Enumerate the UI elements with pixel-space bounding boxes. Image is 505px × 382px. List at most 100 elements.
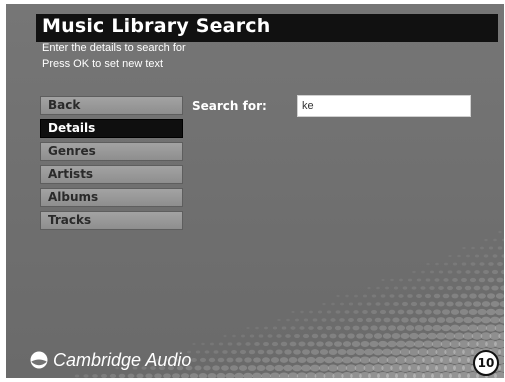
- decor-dot: [271, 341, 279, 347]
- decor-dot: [364, 348, 374, 356]
- decor-dot: [488, 246, 494, 250]
- decor-dot: [478, 277, 486, 283]
- decor-dot: [418, 332, 428, 340]
- decor-dot: [371, 294, 377, 298]
- decor-dot: [329, 333, 337, 339]
- decor-dot: [212, 365, 220, 371]
- decor-dot: [74, 374, 80, 378]
- decor-dot: [376, 286, 380, 290]
- decor-dot: [355, 348, 365, 356]
- decor-dot: [382, 348, 392, 356]
- menu-item-details[interactable]: Details: [40, 119, 183, 138]
- search-input[interactable]: [297, 95, 471, 117]
- decor-dot: [373, 333, 383, 339]
- decor-dot: [362, 310, 368, 314]
- decor-dot: [382, 333, 392, 339]
- decor-dot: [245, 342, 251, 346]
- menu-item-artists[interactable]: Artists: [40, 165, 183, 184]
- decor-dot: [483, 269, 489, 275]
- decor-dot: [469, 293, 477, 299]
- decor-dot: [413, 340, 425, 348]
- decor-dot: [441, 324, 451, 332]
- decor-dot: [357, 302, 363, 306]
- decor-dot: [277, 318, 281, 322]
- decor-dot: [247, 365, 257, 371]
- decor-dot: [459, 324, 469, 332]
- decor-dot: [302, 333, 310, 339]
- decor-dot: [396, 340, 406, 348]
- decor-dot: [208, 357, 216, 363]
- decor-dot: [286, 318, 290, 322]
- decor-dot: [366, 302, 372, 306]
- search-menu: Back Details Genres Artists Albums Track…: [40, 96, 183, 234]
- decor-dot: [180, 373, 190, 378]
- decor-dot: [446, 301, 454, 307]
- decor-dot: [324, 356, 334, 364]
- decor-dot: [389, 294, 395, 298]
- decor-dot: [384, 302, 390, 306]
- decor-dot: [494, 372, 504, 378]
- decor-dot: [383, 317, 391, 323]
- decor-dot: [437, 301, 445, 307]
- decor-dot: [265, 364, 275, 372]
- decor-dot: [443, 278, 449, 282]
- decor-dot: [333, 356, 343, 364]
- decor-dot: [487, 277, 495, 283]
- decor-dot: [227, 342, 233, 346]
- decor-dot: [419, 301, 427, 307]
- decor-dot: [345, 294, 349, 298]
- decor-dot: [241, 334, 245, 338]
- decor-dot: [402, 286, 408, 290]
- decor-dot: [412, 270, 416, 274]
- decor-dot: [288, 357, 298, 363]
- decor-dot: [356, 333, 364, 339]
- decor-dot: [426, 262, 430, 266]
- menu-item-genres[interactable]: Genres: [40, 142, 183, 161]
- decor-dot: [455, 301, 463, 307]
- decor-dot: [447, 270, 453, 274]
- menu-item-tracks[interactable]: Tracks: [40, 211, 183, 230]
- decor-dot: [498, 332, 504, 340]
- decor-dot: [465, 270, 471, 274]
- decor-dot: [480, 246, 484, 250]
- decor-dot: [315, 356, 325, 364]
- decor-dot: [490, 301, 500, 307]
- decor-dot: [361, 325, 369, 331]
- decor-dot: [342, 341, 352, 347]
- decor-dot: [419, 317, 427, 323]
- decor-dot: [325, 341, 333, 347]
- decor-dot: [368, 356, 380, 364]
- decor-dot: [498, 230, 502, 234]
- decor-dot: [421, 270, 425, 274]
- decor-dot: [217, 357, 225, 363]
- decor-dot: [371, 309, 377, 315]
- decor-dot: [346, 348, 356, 356]
- decor-dot: [256, 365, 266, 371]
- decor-dot: [319, 349, 329, 355]
- decor-dot: [407, 294, 413, 298]
- decor-dot: [494, 340, 504, 348]
- decor-dot: [335, 310, 341, 314]
- decor-dot: [427, 332, 437, 340]
- decor-dot: [436, 332, 446, 340]
- decor-dot: [463, 316, 473, 324]
- decor-dot: [236, 342, 242, 346]
- decor-dot: [338, 333, 346, 339]
- decor-dot: [407, 278, 413, 282]
- decor-dot: [263, 341, 269, 347]
- decor-dot: [218, 342, 224, 346]
- menu-item-albums[interactable]: Albums: [40, 188, 183, 207]
- decor-dot: [460, 293, 468, 299]
- decor-dot: [388, 309, 396, 315]
- decor-dot: [390, 348, 402, 356]
- decor-dot: [203, 365, 211, 371]
- decor-dot: [244, 357, 252, 363]
- menu-item-back[interactable]: Back: [40, 96, 183, 115]
- decor-dot: [347, 333, 355, 339]
- decor-dot: [191, 358, 197, 362]
- decor-dot: [302, 349, 310, 355]
- decor-dot: [199, 357, 207, 363]
- search-for-label: Search for:: [192, 99, 267, 113]
- decor-dot: [257, 349, 265, 355]
- decor-dot: [462, 246, 466, 250]
